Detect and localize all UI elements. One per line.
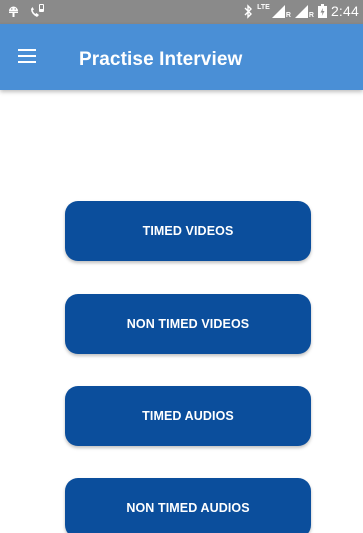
phone-call-icon bbox=[29, 4, 45, 18]
battery-charging-icon bbox=[317, 4, 327, 18]
signal-lte-icon bbox=[271, 4, 285, 18]
android-debug-icon bbox=[8, 5, 19, 18]
signal-icon bbox=[294, 4, 308, 18]
lte-label: LTE bbox=[257, 4, 270, 11]
non-timed-audios-button[interactable]: NON TIMED AUDIOS bbox=[65, 478, 311, 533]
status-bar: LTE R R 2:44 bbox=[0, 0, 363, 24]
status-left-icons bbox=[8, 4, 45, 18]
hamburger-menu-icon[interactable] bbox=[18, 45, 44, 69]
page-title: Practise Interview bbox=[79, 49, 243, 70]
timed-audios-button[interactable]: TIMED AUDIOS bbox=[65, 386, 311, 446]
timed-videos-button[interactable]: TIMED VIDEOS bbox=[65, 201, 311, 261]
roaming-label-2: R bbox=[308, 12, 314, 19]
bluetooth-icon bbox=[243, 3, 253, 19]
practise-interview-screen: LTE R R 2:44 Practise Interview TIMED VI… bbox=[0, 0, 363, 533]
status-time: 2:44 bbox=[330, 3, 359, 19]
non-timed-videos-button[interactable]: NON TIMED VIDEOS bbox=[65, 294, 311, 354]
status-right-icons: LTE R R 2:44 bbox=[243, 3, 359, 19]
app-bar: Practise Interview bbox=[0, 24, 363, 90]
roaming-label-1: R bbox=[285, 12, 291, 19]
